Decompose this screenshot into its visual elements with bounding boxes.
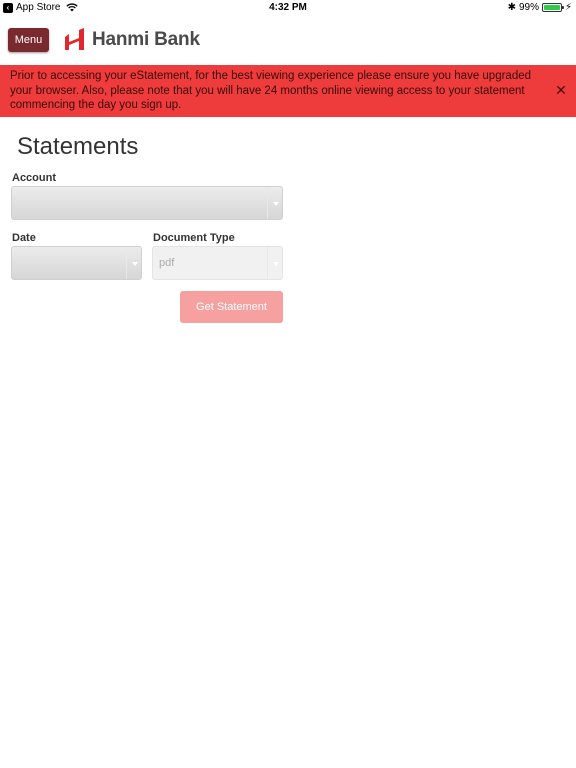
date-select[interactable]	[11, 246, 142, 280]
account-label: Account	[12, 172, 56, 184]
account-select[interactable]	[11, 186, 283, 220]
estatement-alert: Prior to accessing your eStatement, for …	[0, 65, 576, 117]
status-right: ✱ 99% ⚡	[508, 2, 572, 13]
status-bar: ‹ App Store 4:32 PM ✱ 99% ⚡	[0, 0, 576, 16]
chevron-down-icon	[126, 247, 141, 279]
charging-icon: ⚡	[564, 2, 572, 13]
get-statement-button[interactable]: Get Statement	[180, 291, 283, 323]
alert-message: Prior to accessing your eStatement, for …	[10, 70, 532, 111]
bluetooth-icon: ✱	[507, 2, 516, 13]
date-label: Date	[12, 232, 36, 244]
menu-button[interactable]: Menu	[8, 28, 49, 52]
document-type-label: Document Type	[153, 232, 235, 244]
logo-text: Hanmi Bank	[92, 29, 200, 50]
battery-percent: 99%	[518, 2, 539, 13]
hanmi-logo[interactable]: Hanmi Bank	[63, 27, 200, 53]
page-title: Statements	[17, 133, 139, 160]
document-type-select[interactable]: pdf	[152, 246, 283, 280]
document-type-value: pdf	[159, 257, 175, 269]
battery-icon	[541, 3, 564, 12]
hanmi-logo-mark-icon	[65, 28, 84, 50]
status-time: 4:32 PM	[269, 2, 307, 13]
app-header: Menu Hanmi Bank	[0, 16, 576, 65]
battery-fill	[543, 5, 560, 10]
close-icon[interactable]: ✕	[554, 83, 568, 97]
chevron-down-icon	[267, 187, 282, 219]
chevron-down-icon	[267, 247, 282, 279]
battery-tip	[561, 6, 564, 9]
